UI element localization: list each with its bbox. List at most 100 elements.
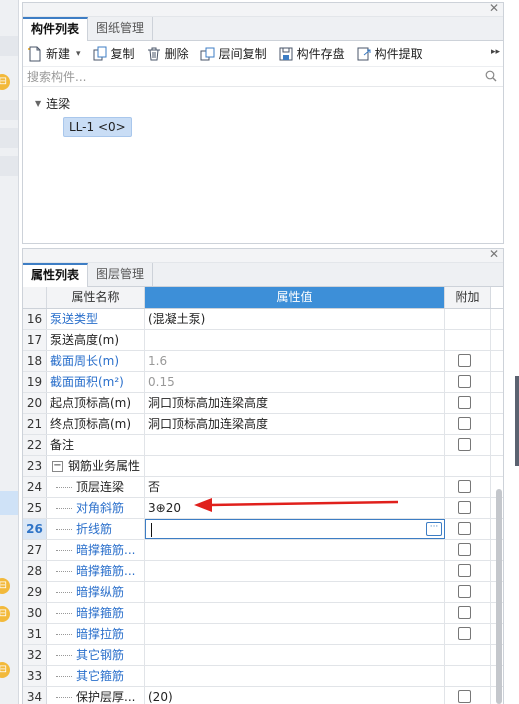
row-number: 33 xyxy=(23,666,47,686)
close-icon[interactable]: ✕ xyxy=(489,1,499,15)
property-name-label: 顶层连梁 xyxy=(76,480,125,494)
append-checkbox[interactable] xyxy=(458,690,471,703)
append-cell xyxy=(445,393,491,413)
append-checkbox[interactable] xyxy=(458,543,471,556)
property-value[interactable] xyxy=(145,561,445,581)
property-value[interactable]: 0.15 xyxy=(145,372,445,392)
property-value-editor[interactable]: ··· xyxy=(145,519,445,539)
append-cell xyxy=(445,687,491,704)
property-name: − 钢筋业务属性 xyxy=(47,456,145,476)
component-extract-button[interactable]: 构件提取 xyxy=(356,45,423,62)
tree-item-ll-1[interactable]: LL-1 <0> xyxy=(63,117,132,137)
append-checkbox[interactable] xyxy=(458,438,471,451)
append-checkbox[interactable] xyxy=(458,585,471,598)
panel-titlebar: ✕ xyxy=(23,1,503,17)
property-row[interactable]: 16 泵送类型 (混凝土泵) xyxy=(23,309,503,330)
append-cell xyxy=(445,435,491,455)
append-checkbox[interactable] xyxy=(458,417,471,430)
property-row[interactable]: 30 暗撑箍筋 xyxy=(23,603,503,624)
append-checkbox[interactable] xyxy=(458,522,471,535)
append-checkbox[interactable] xyxy=(458,354,471,367)
property-row[interactable]: 29 暗撑纵筋 xyxy=(23,582,503,603)
row-number: 17 xyxy=(23,330,47,350)
component-search-input[interactable] xyxy=(27,67,467,87)
append-checkbox[interactable] xyxy=(458,396,471,409)
property-value[interactable] xyxy=(145,603,445,623)
property-name-label: 暗撑箍筋... xyxy=(76,564,136,578)
property-row[interactable]: 23− 钢筋业务属性 xyxy=(23,456,503,477)
property-value[interactable] xyxy=(145,645,445,665)
append-checkbox[interactable] xyxy=(458,501,471,514)
property-value[interactable] xyxy=(145,330,445,350)
append-checkbox[interactable] xyxy=(458,606,471,619)
copy-icon xyxy=(92,46,108,62)
property-name: 暗撑箍筋... xyxy=(47,561,145,581)
property-value[interactable]: (20) xyxy=(145,687,445,704)
append-checkbox[interactable] xyxy=(458,375,471,388)
property-name-label: 暗撑拉筋 xyxy=(76,627,125,641)
row-number: 22 xyxy=(23,435,47,455)
append-cell xyxy=(445,561,491,581)
property-value[interactable] xyxy=(145,666,445,686)
tree-indent-line xyxy=(56,550,72,551)
property-value[interactable] xyxy=(145,435,445,455)
caret-down-icon[interactable]: ▼ xyxy=(35,99,41,108)
vertical-scrollbar[interactable] xyxy=(496,489,502,704)
side-dock-handle[interactable] xyxy=(515,376,519,466)
property-value[interactable]: 洞口顶标高加连梁高度 xyxy=(145,414,445,434)
search-icon[interactable] xyxy=(485,70,497,82)
property-row[interactable]: 18 截面周长(m) 1.6 xyxy=(23,351,503,372)
append-cell xyxy=(445,372,491,392)
component-save-button[interactable]: 构件存盘 xyxy=(278,45,345,62)
property-row[interactable]: 26 折线筋 ··· xyxy=(23,519,503,540)
property-value[interactable]: 洞口顶标高加连梁高度 xyxy=(145,393,445,413)
property-value[interactable]: 否 xyxy=(145,477,445,497)
tab-layer-management[interactable]: 图层管理 xyxy=(88,263,154,286)
property-row[interactable]: 22 备注 xyxy=(23,435,503,456)
property-value[interactable] xyxy=(145,624,445,644)
property-row[interactable]: 21 终点顶标高(m) 洞口顶标高加连梁高度 xyxy=(23,414,503,435)
chevron-down-icon[interactable]: ▾ xyxy=(76,49,81,59)
property-value[interactable] xyxy=(145,582,445,602)
ellipsis-button[interactable]: ··· xyxy=(426,522,442,536)
property-row[interactable]: 17 泵送高度(m) xyxy=(23,330,503,351)
toolbar-overflow-icon[interactable]: ▸▸ xyxy=(491,47,500,57)
append-checkbox[interactable] xyxy=(458,564,471,577)
property-row[interactable]: 25 对角斜筋 3⊕20 xyxy=(23,498,503,519)
append-checkbox[interactable] xyxy=(458,480,471,493)
property-row[interactable]: 32 其它钢筋 xyxy=(23,645,503,666)
property-value[interactable]: (混凝土泵) xyxy=(145,309,445,329)
close-icon[interactable]: ✕ xyxy=(489,247,499,261)
property-row[interactable]: 33 其它箍筋 xyxy=(23,666,503,687)
property-value[interactable]: 3⊕20 xyxy=(145,498,445,518)
property-value[interactable] xyxy=(145,456,445,476)
property-name: 保护层厚... xyxy=(47,687,145,704)
tree-indent-line xyxy=(56,508,72,509)
property-row[interactable]: 28 暗撑箍筋... xyxy=(23,561,503,582)
property-name-label: 暗撑箍筋 xyxy=(76,606,125,620)
tab-component-list[interactable]: 构件列表 xyxy=(23,17,89,41)
copy-button[interactable]: 复制 xyxy=(92,45,135,62)
property-value[interactable] xyxy=(145,540,445,560)
delete-button[interactable]: 删除 xyxy=(146,45,189,62)
tree-category-coupling-beam[interactable]: ▼ 连梁 xyxy=(35,93,503,113)
append-cell xyxy=(445,351,491,371)
new-button[interactable]: 新建 ▾ xyxy=(27,45,81,62)
property-name-label: 备注 xyxy=(50,438,75,452)
append-cell xyxy=(445,582,491,602)
append-cell xyxy=(445,330,491,350)
property-row[interactable]: 31 暗撑拉筋 xyxy=(23,624,503,645)
tab-property-list[interactable]: 属性列表 xyxy=(23,263,89,287)
property-value[interactable]: 1.6 xyxy=(145,351,445,371)
property-row[interactable]: 20 起点顶标高(m) 洞口顶标高加连梁高度 xyxy=(23,393,503,414)
property-row[interactable]: 34 保护层厚... (20) xyxy=(23,687,503,704)
append-checkbox[interactable] xyxy=(458,627,471,640)
floor-copy-button[interactable]: 层间复制 xyxy=(200,45,267,62)
collapse-icon[interactable]: − xyxy=(52,461,63,472)
tab-drawing-management[interactable]: 图纸管理 xyxy=(88,17,154,40)
property-row[interactable]: 24 顶层连梁 否 xyxy=(23,477,503,498)
tree-indent-line xyxy=(56,676,72,677)
property-row[interactable]: 19 截面面积(m²) 0.15 xyxy=(23,372,503,393)
property-name-label: 其它钢筋 xyxy=(76,648,125,662)
property-row[interactable]: 27 暗撑箍筋... xyxy=(23,540,503,561)
